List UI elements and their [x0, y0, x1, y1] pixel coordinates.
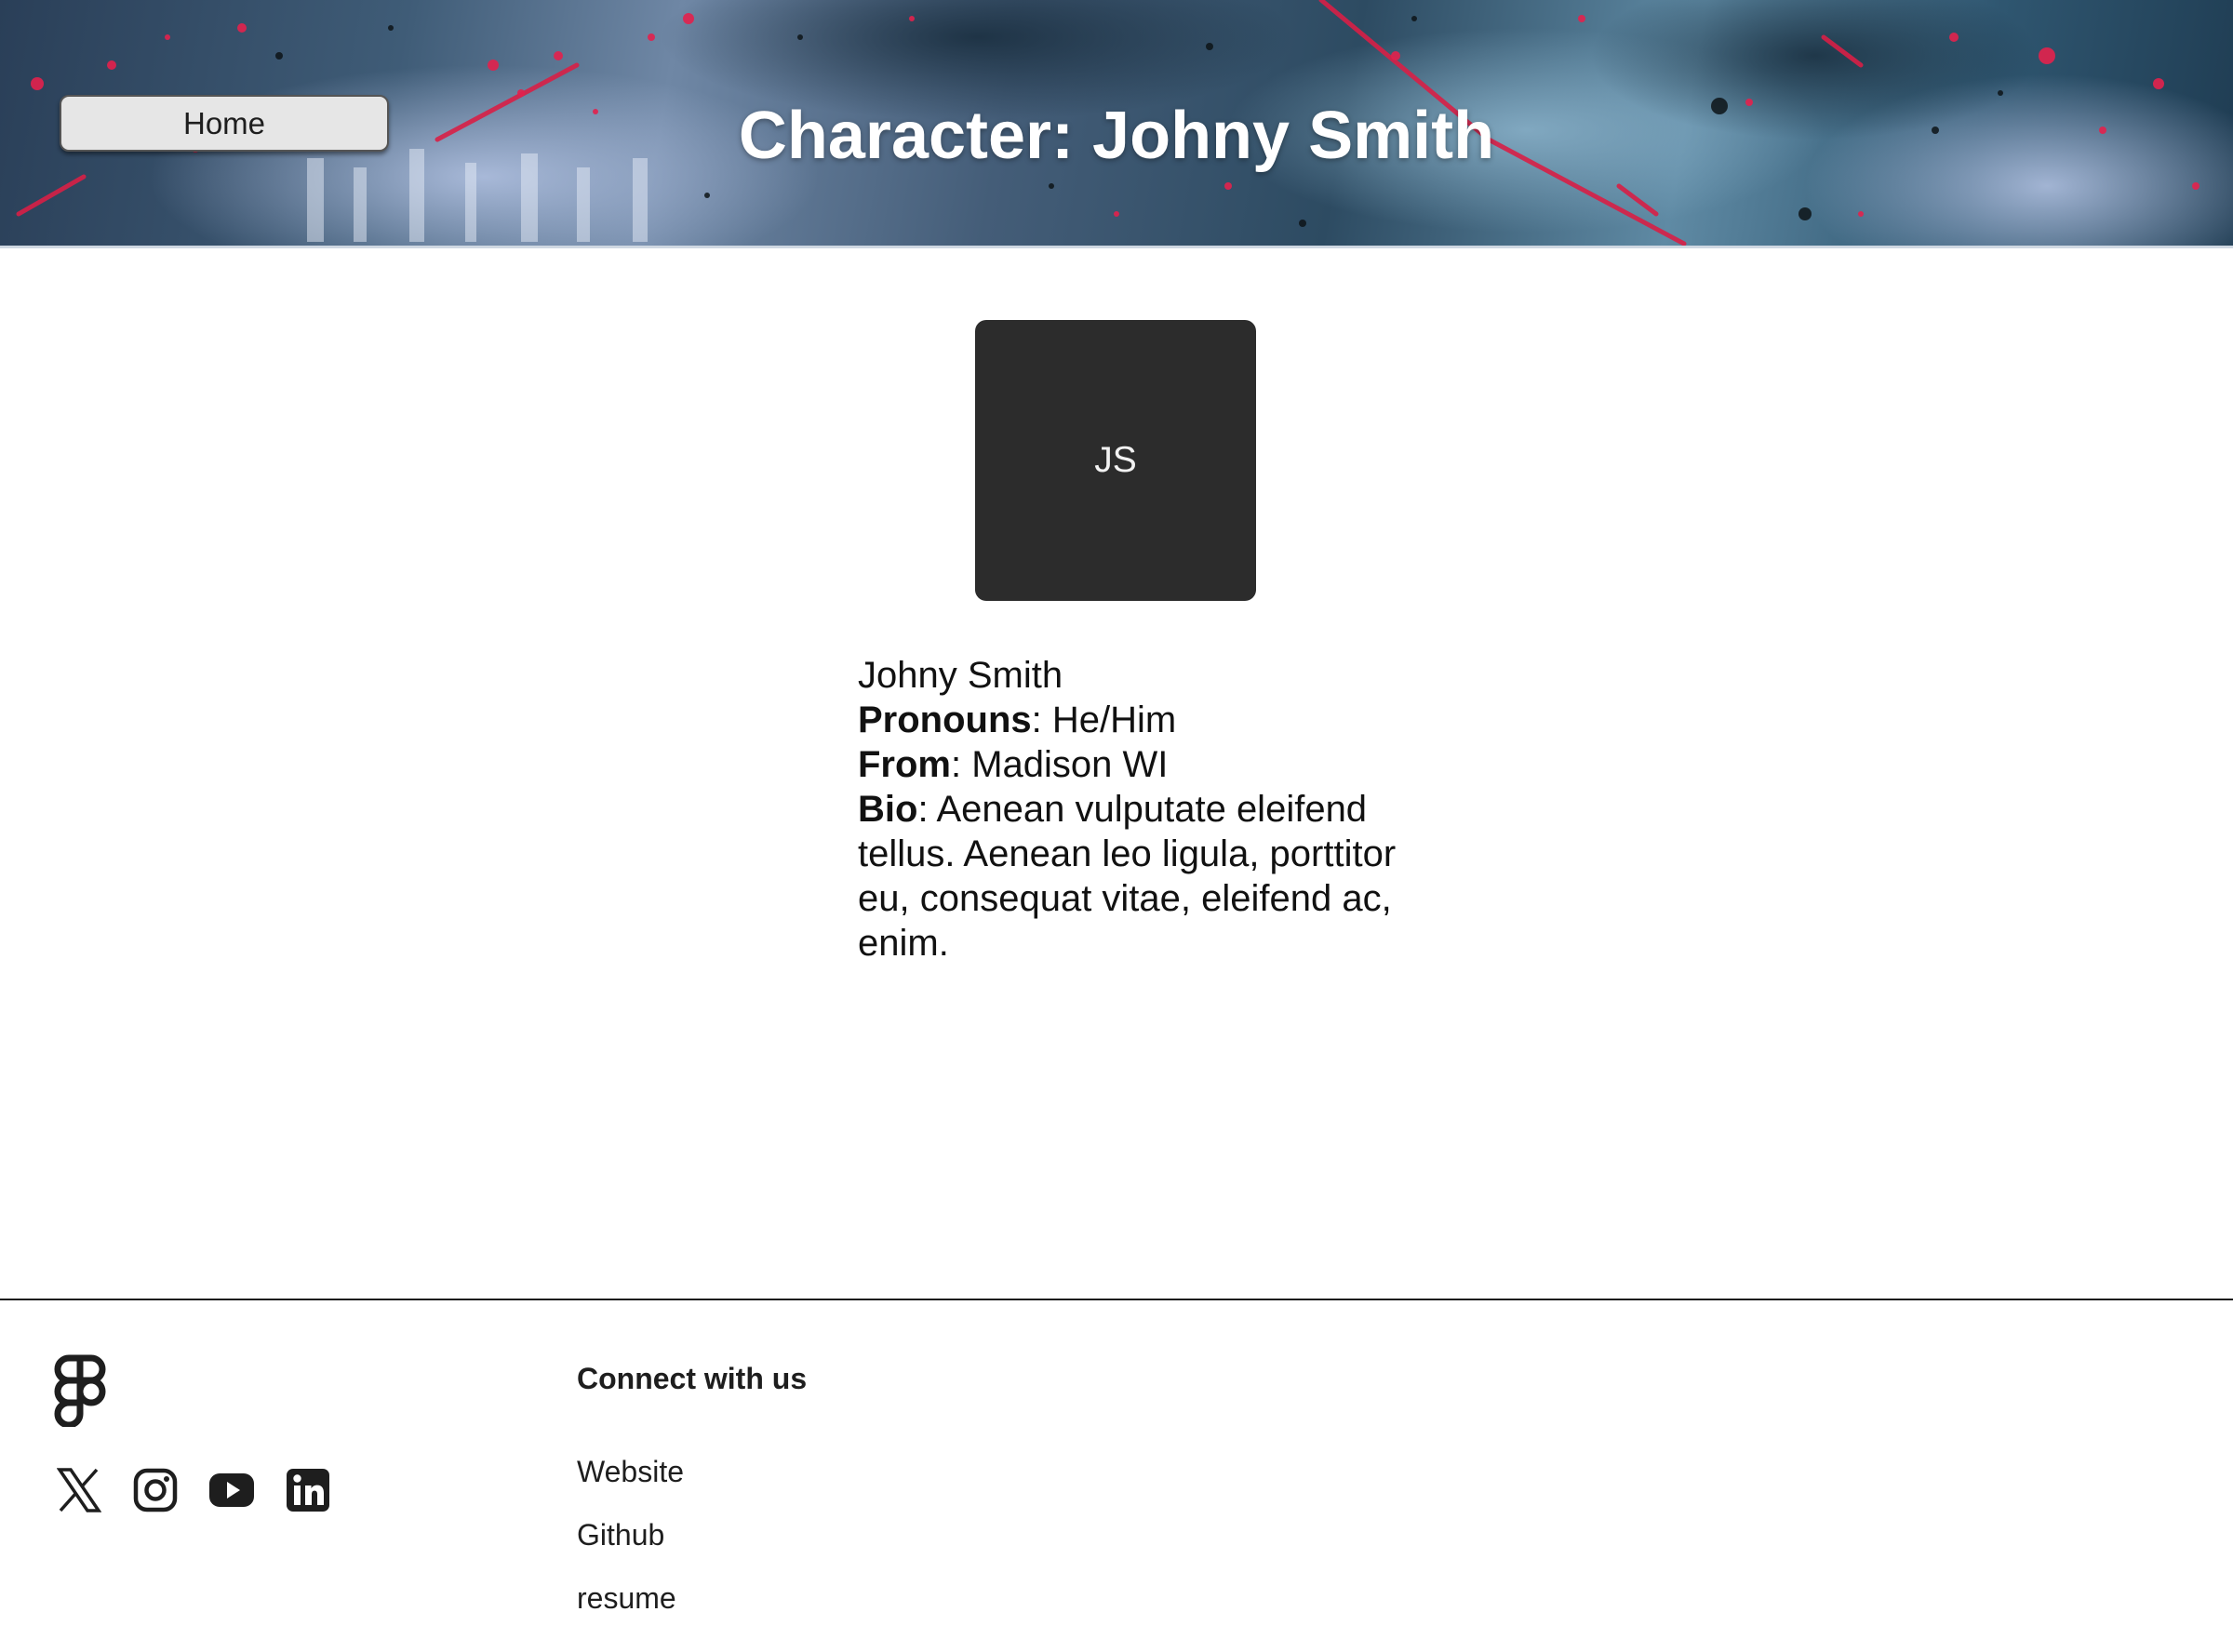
pronouns-value: : He/Him [1031, 699, 1177, 740]
social-icons [56, 1466, 331, 1514]
footer-divider [0, 1299, 2233, 1300]
avatar: JS [975, 320, 1256, 601]
profile-details: Johny Smith Pronouns: He/Him From: Madis… [858, 653, 1425, 966]
pronouns-label: Pronouns [858, 699, 1032, 740]
header-banner: Home Character: Johny Smith [0, 0, 2233, 246]
youtube-icon[interactable] [208, 1466, 255, 1514]
bio-label: Bio [858, 789, 918, 830]
connect-title: Connect with us [577, 1362, 808, 1395]
home-button[interactable]: Home [60, 95, 389, 152]
bio-value: : Aenean vulputate eleifend tellus. Aene… [858, 789, 1397, 964]
from-value: : Madison WI [951, 744, 1169, 785]
footer-links: Website Github resume [577, 1453, 684, 1643]
footer-link-website[interactable]: Website [577, 1453, 684, 1516]
from-line: From: Madison WI [858, 742, 1425, 787]
from-label: From [858, 744, 951, 785]
character-name: Johny Smith [858, 655, 1063, 696]
footer-link-resume[interactable]: resume [577, 1579, 684, 1643]
avatar-initials: JS [1094, 440, 1137, 480]
linkedin-icon[interactable] [285, 1466, 331, 1514]
bio-line: Bio: Aenean vulputate eleifend tellus. A… [858, 787, 1425, 966]
page-title: Character: Johny Smith [738, 99, 1495, 173]
figma-logo-icon [54, 1354, 106, 1432]
footer-link-github[interactable]: Github [577, 1516, 684, 1579]
pronouns-line: Pronouns: He/Him [858, 698, 1425, 742]
header-divider [0, 246, 2233, 248]
x-icon[interactable] [56, 1466, 102, 1514]
instagram-icon[interactable] [132, 1466, 179, 1514]
